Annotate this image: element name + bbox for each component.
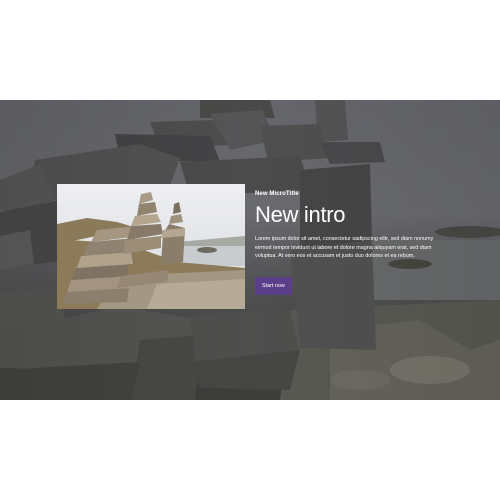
hero-title: New intro	[255, 202, 346, 227]
hero-thumbnail-image	[57, 184, 245, 309]
hero-body-text: Lorem ipsum dolor sit amet, consectetur …	[255, 236, 434, 260]
start-now-button[interactable]: Start now	[255, 277, 292, 296]
hero-eyebrow: New MicroTitle	[255, 191, 299, 197]
hero-content: New MicroTitle New intro Lorem ipsum dol…	[255, 191, 455, 296]
